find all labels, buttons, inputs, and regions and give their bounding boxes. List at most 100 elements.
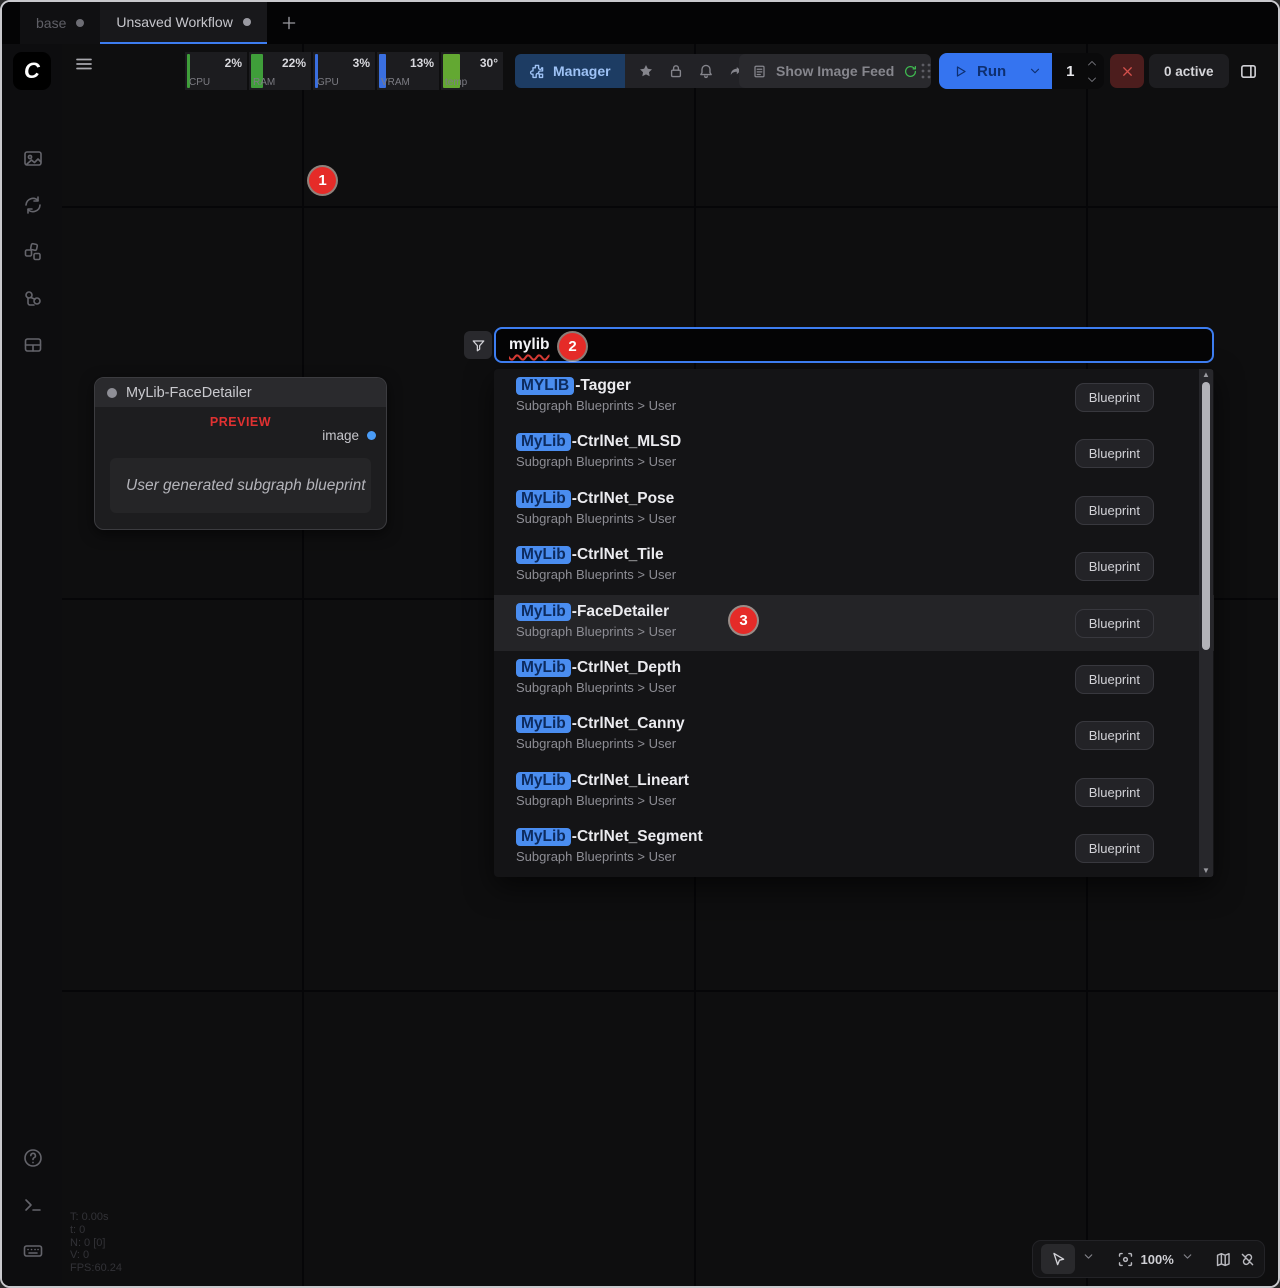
- sidebar-item-node-library[interactable]: [22, 194, 44, 216]
- monitor-value: 3%: [353, 56, 370, 70]
- sidebar-item-templates[interactable]: [22, 334, 44, 356]
- tab-base[interactable]: base: [20, 2, 100, 44]
- node-output-image[interactable]: image: [322, 428, 376, 443]
- increment-button[interactable]: [1086, 58, 1098, 67]
- terminal-icon: [22, 1194, 44, 1216]
- chevron-up-icon: [1087, 59, 1097, 67]
- node-search-input[interactable]: mylib: [494, 327, 1214, 363]
- main-menu-button[interactable]: [74, 54, 94, 74]
- annotation-badge-1: 1: [309, 167, 336, 194]
- panel-layout-icon: [1239, 62, 1258, 81]
- search-result-item[interactable]: MyLib-CtrlNet_Lineart Subgraph Blueprint…: [494, 764, 1214, 820]
- graph-nodes-icon: [22, 288, 44, 310]
- toolbar-drag-handle[interactable]: [919, 61, 933, 81]
- monitor-value: 2%: [225, 56, 242, 70]
- layout-template-icon: [22, 334, 44, 356]
- result-name: -CtrlNet_Lineart: [572, 772, 689, 790]
- match-highlight: MyLib: [516, 433, 571, 451]
- new-workflow-button[interactable]: [267, 2, 311, 44]
- result-name: -CtrlNet_Tile: [572, 546, 664, 564]
- search-result-item[interactable]: MyLib-CtrlNet_Canny Subgraph Blueprints …: [494, 707, 1214, 763]
- play-icon: [953, 64, 968, 79]
- sidebar-item-terminal[interactable]: [22, 1194, 44, 1216]
- results-scrollbar[interactable]: ▲ ▼: [1199, 369, 1213, 877]
- search-filter-button[interactable]: [464, 331, 492, 359]
- grip-dots-icon: [919, 61, 933, 81]
- search-result-item[interactable]: MyLib-CtrlNet_MLSD Subgraph Blueprints >…: [494, 425, 1214, 481]
- result-name: -CtrlNet_MLSD: [572, 433, 681, 451]
- comfyui-logo[interactable]: C: [13, 52, 51, 90]
- result-name: -CtrlNet_Canny: [572, 715, 685, 733]
- tool-options-button[interactable]: [1082, 1250, 1095, 1268]
- zoom-level[interactable]: 100%: [1141, 1252, 1174, 1267]
- search-query-text: mylib: [509, 336, 549, 354]
- sidebar-item-model-library[interactable]: [22, 241, 44, 263]
- chevron-down-icon: [1181, 1250, 1194, 1263]
- zoom-options-button[interactable]: [1181, 1250, 1194, 1268]
- system-monitor: CPU 2%: [185, 52, 247, 90]
- puzzle-icon: [529, 63, 545, 79]
- search-result-item[interactable]: MyLib-CtrlNet_Tile Subgraph Blueprints >…: [494, 538, 1214, 594]
- manager-button[interactable]: Manager: [515, 54, 625, 88]
- show-image-feed-button[interactable]: Show Image Feed: [739, 54, 931, 88]
- result-name: -FaceDetailer: [572, 603, 669, 621]
- sidebar-item-shortcuts[interactable]: [22, 1240, 44, 1262]
- run-button[interactable]: Run: [939, 53, 1018, 89]
- image-gallery-icon: [22, 148, 44, 170]
- scrollbar-thumb[interactable]: [1202, 382, 1210, 650]
- search-result-item[interactable]: MyLib-FaceDetailer Subgraph Blueprints >…: [494, 595, 1214, 651]
- notifications-button[interactable]: [691, 58, 721, 84]
- close-icon: [1120, 64, 1135, 79]
- system-monitor: VRAM 13%: [377, 52, 439, 90]
- monitor-label: CPU: [189, 77, 210, 88]
- batch-count-input[interactable]: 1: [1052, 53, 1104, 89]
- result-name: -CtrlNet_Segment: [572, 828, 703, 846]
- match-highlight: MyLib: [516, 772, 571, 790]
- scroll-down-icon[interactable]: ▼: [1199, 865, 1213, 877]
- node-mylib-facedetailer[interactable]: MyLib-FaceDetailer PREVIEW image User ge…: [94, 377, 387, 530]
- search-result-item[interactable]: MyLib-CtrlNet_Depth Subgraph Blueprints …: [494, 651, 1214, 707]
- node-collapse-dot-icon[interactable]: [107, 388, 117, 398]
- sidebar-item-queue[interactable]: [22, 148, 44, 170]
- focus-icon: [1117, 1251, 1134, 1268]
- favorites-button[interactable]: [631, 58, 661, 84]
- unsaved-dot-icon: [76, 19, 84, 27]
- blueprint-badge: Blueprint: [1075, 552, 1154, 581]
- search-result-item[interactable]: MyLib-CtrlNet_Segment Subgraph Blueprint…: [494, 820, 1214, 876]
- fit-view-button[interactable]: [1117, 1251, 1134, 1268]
- manager-toolbar-group: Manager: [515, 54, 757, 88]
- active-jobs-badge[interactable]: 0 active: [1149, 54, 1229, 88]
- bell-icon: [698, 63, 714, 79]
- toggle-right-panel-button[interactable]: [1232, 55, 1264, 87]
- lock-button[interactable]: [661, 58, 691, 84]
- sidebar-item-help[interactable]: [22, 1147, 44, 1169]
- cancel-run-button[interactable]: [1110, 54, 1144, 88]
- sync-icon: [22, 194, 44, 216]
- manager-label: Manager: [553, 63, 611, 79]
- system-monitor: temp 30°: [441, 52, 503, 90]
- hamburger-icon: [74, 54, 94, 74]
- minimap-button[interactable]: [1215, 1251, 1232, 1268]
- monitor-value: 13%: [410, 56, 434, 70]
- pointer-tool-button[interactable]: [1041, 1244, 1075, 1274]
- app-window: base Unsaved Workflow C: [0, 0, 1280, 1288]
- lock-icon: [668, 63, 684, 79]
- scroll-up-icon[interactable]: ▲: [1199, 369, 1213, 381]
- decrement-button[interactable]: [1086, 75, 1098, 84]
- output-slot-icon[interactable]: [367, 431, 376, 440]
- map-icon: [1215, 1251, 1232, 1268]
- system-monitor: GPU 3%: [313, 52, 375, 90]
- workflow-tab-bar: base Unsaved Workflow: [2, 2, 1278, 44]
- monitor-label: VRAM: [381, 77, 410, 88]
- search-result-item[interactable]: MyLib-CtrlNet_Pose Subgraph Blueprints >…: [494, 482, 1214, 538]
- system-monitor: RAM 22%: [249, 52, 311, 90]
- blueprint-badge: Blueprint: [1075, 778, 1154, 807]
- search-result-item[interactable]: MYLIB-Tagger Subgraph Blueprints > User …: [494, 369, 1214, 425]
- sidebar-item-workflows[interactable]: [22, 288, 44, 310]
- node-title-bar[interactable]: MyLib-FaceDetailer: [95, 378, 386, 407]
- canvas-perf-stats: T: 0.00s t: 0 N: 0 [0] V: 0 FPS:60.24: [70, 1211, 122, 1275]
- run-options-button[interactable]: [1018, 53, 1052, 89]
- tab-unsaved-workflow[interactable]: Unsaved Workflow: [100, 2, 266, 44]
- result-name: -CtrlNet_Pose: [572, 490, 675, 508]
- toggle-links-button[interactable]: [1239, 1251, 1256, 1268]
